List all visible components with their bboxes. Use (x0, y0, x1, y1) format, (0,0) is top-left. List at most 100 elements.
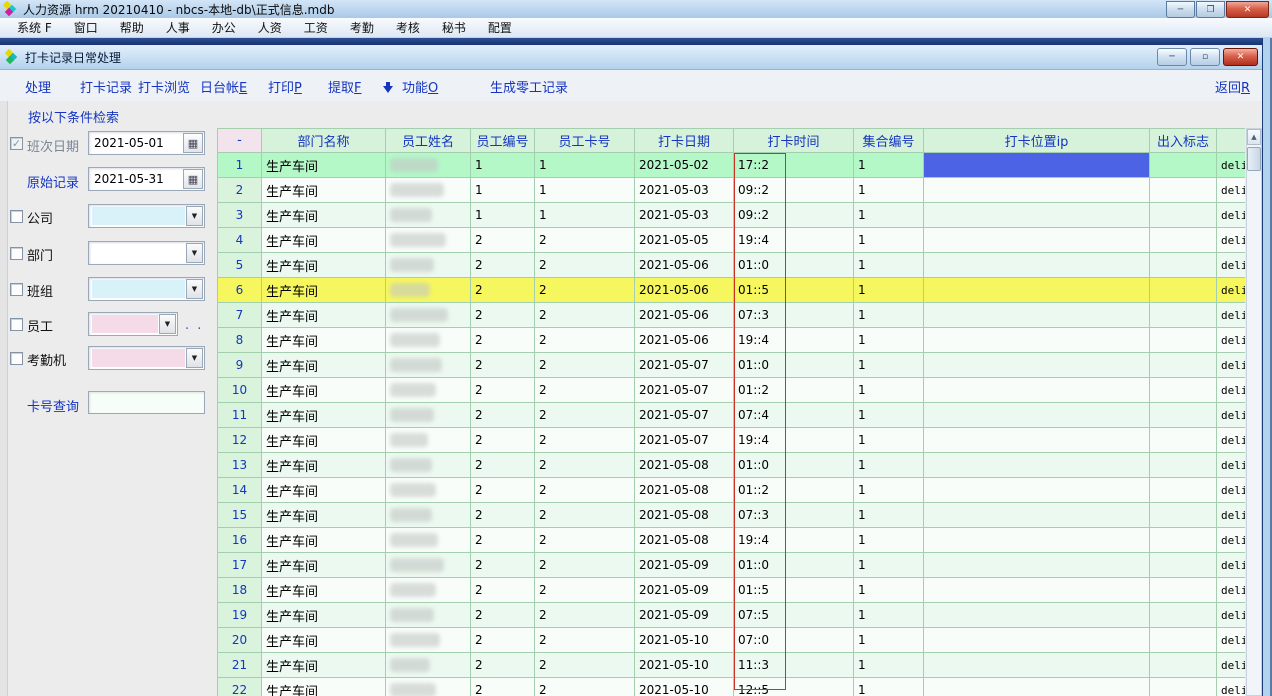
cell-name[interactable] (386, 203, 471, 228)
cell-date[interactable]: 2021-05-10 (635, 678, 734, 696)
cell-group[interactable]: 1 (854, 628, 924, 653)
cell-flag[interactable] (1150, 528, 1217, 553)
cell-tail[interactable]: deli (1217, 203, 1245, 228)
shift-date-field[interactable]: 2021-05-01 ▦ (88, 131, 205, 155)
cell-flag[interactable] (1150, 203, 1217, 228)
cell-time[interactable]: 01::0 (734, 353, 854, 378)
cell-tail[interactable]: deli (1217, 178, 1245, 203)
cell-group[interactable]: 1 (854, 303, 924, 328)
cell-dept[interactable]: 生产车间 (262, 403, 386, 428)
cell-name[interactable] (386, 553, 471, 578)
cell-date[interactable]: 2021-05-07 (635, 403, 734, 428)
table-row[interactable]: 1生产车间112021-05-0217::21deli (218, 153, 1245, 178)
cell-emp[interactable]: 2 (471, 253, 535, 278)
cell-emp[interactable]: 2 (471, 528, 535, 553)
table-row[interactable]: 10生产车间222021-05-0701::21deli (218, 378, 1245, 403)
cell-dept[interactable]: 生产车间 (262, 478, 386, 503)
cell-ip[interactable] (924, 478, 1150, 503)
department-select[interactable]: ▼ (88, 241, 205, 265)
cell-card[interactable]: 2 (535, 253, 635, 278)
return-button[interactable]: 返回R (1215, 77, 1250, 96)
cell-name[interactable] (386, 278, 471, 303)
cell-dept[interactable]: 生产车间 (262, 453, 386, 478)
cell-time[interactable]: 01::0 (734, 253, 854, 278)
cell-name[interactable] (386, 503, 471, 528)
cell-dept[interactable]: 生产车间 (262, 253, 386, 278)
child-minimize-button[interactable]: ─ (1157, 48, 1187, 66)
cell-date[interactable]: 2021-05-07 (635, 378, 734, 403)
cell-flag[interactable] (1150, 153, 1217, 178)
cell-n[interactable]: 1 (218, 153, 262, 178)
table-row[interactable]: 19生产车间222021-05-0907::51deli (218, 603, 1245, 628)
cell-tail[interactable]: deli (1217, 228, 1245, 253)
cell-card[interactable]: 2 (535, 378, 635, 403)
col-header-emp[interactable]: 员工编号 (471, 129, 535, 153)
cell-flag[interactable] (1150, 553, 1217, 578)
cell-emp[interactable]: 2 (471, 228, 535, 253)
cell-ip[interactable] (924, 303, 1150, 328)
cell-tail[interactable]: deli (1217, 528, 1245, 553)
table-row[interactable]: 20生产车间222021-05-1007::01deli (218, 628, 1245, 653)
cell-n[interactable]: 6 (218, 278, 262, 303)
cell-name[interactable] (386, 153, 471, 178)
toolbar-item-process[interactable]: 处理 (25, 77, 51, 96)
cell-n[interactable]: 9 (218, 353, 262, 378)
cell-flag[interactable] (1150, 328, 1217, 353)
toolbar-item-punch-browse[interactable]: 打卡浏览 (138, 77, 190, 96)
col-header-group[interactable]: 集合编号 (854, 129, 924, 153)
team-checkbox[interactable] (10, 283, 23, 296)
menu-item-office[interactable]: 办公 (201, 17, 247, 38)
cell-group[interactable]: 1 (854, 328, 924, 353)
col-header-name[interactable]: 员工姓名 (386, 129, 471, 153)
cell-time[interactable]: 07::5 (734, 603, 854, 628)
menu-item-attendance[interactable]: 考勤 (339, 17, 385, 38)
cell-n[interactable]: 10 (218, 378, 262, 403)
cell-ip[interactable] (924, 253, 1150, 278)
cell-ip[interactable] (924, 678, 1150, 696)
cell-group[interactable]: 1 (854, 428, 924, 453)
table-row[interactable]: 8生产车间222021-05-0619::41deli (218, 328, 1245, 353)
cell-card[interactable]: 1 (535, 203, 635, 228)
cell-tail[interactable]: deli (1217, 653, 1245, 678)
cell-date[interactable]: 2021-05-08 (635, 453, 734, 478)
toolbar-item-generate-temp-records[interactable]: 生成零工记录 (490, 77, 568, 96)
cell-name[interactable] (386, 528, 471, 553)
cell-ip[interactable] (924, 628, 1150, 653)
cell-dept[interactable]: 生产车间 (262, 528, 386, 553)
cell-time[interactable]: 01::5 (734, 578, 854, 603)
cell-group[interactable]: 1 (854, 528, 924, 553)
cell-card[interactable]: 2 (535, 428, 635, 453)
cell-ip[interactable] (924, 378, 1150, 403)
toolbar-item-function[interactable]: 功能O (383, 77, 438, 96)
col-header-n[interactable]: - (218, 129, 262, 153)
cell-group[interactable]: 1 (854, 353, 924, 378)
chevron-down-icon[interactable]: ▼ (186, 206, 203, 226)
cell-name[interactable] (386, 603, 471, 628)
cell-dept[interactable]: 生产车间 (262, 653, 386, 678)
cell-name[interactable] (386, 378, 471, 403)
cell-n[interactable]: 11 (218, 403, 262, 428)
shift-date-checkbox[interactable]: ✓ (10, 137, 23, 150)
cell-name[interactable] (386, 228, 471, 253)
cell-name[interactable] (386, 628, 471, 653)
minimize-button[interactable]: ─ (1166, 1, 1195, 18)
cell-emp[interactable]: 2 (471, 628, 535, 653)
cell-emp[interactable]: 2 (471, 603, 535, 628)
cell-time[interactable]: 07::3 (734, 303, 854, 328)
calendar-icon[interactable]: ▦ (183, 133, 203, 153)
cell-group[interactable]: 1 (854, 378, 924, 403)
menu-item-config[interactable]: 配置 (477, 17, 523, 38)
cell-dept[interactable]: 生产车间 (262, 553, 386, 578)
cell-card[interactable]: 2 (535, 328, 635, 353)
table-row[interactable]: 14生产车间222021-05-0801::21deli (218, 478, 1245, 503)
cell-n[interactable]: 4 (218, 228, 262, 253)
cell-card[interactable]: 2 (535, 403, 635, 428)
cell-date[interactable]: 2021-05-07 (635, 353, 734, 378)
cell-tail[interactable]: deli (1217, 428, 1245, 453)
cell-group[interactable]: 1 (854, 478, 924, 503)
cell-n[interactable]: 5 (218, 253, 262, 278)
cell-time[interactable]: 07::3 (734, 503, 854, 528)
cell-date[interactable]: 2021-05-05 (635, 228, 734, 253)
cell-emp[interactable]: 2 (471, 378, 535, 403)
cell-card[interactable]: 2 (535, 553, 635, 578)
